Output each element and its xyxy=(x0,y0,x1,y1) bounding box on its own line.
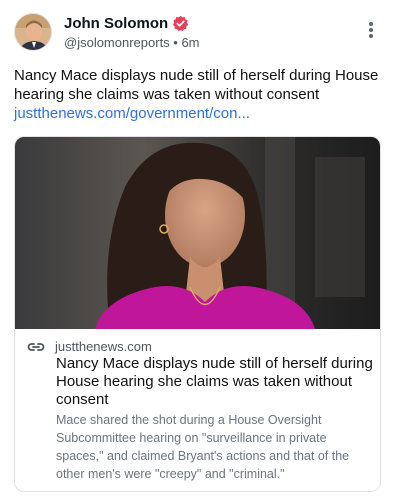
link-icon xyxy=(27,342,45,351)
post-header: John Solomon @jsolomonreports • 6m xyxy=(14,12,382,52)
verified-badge-icon xyxy=(173,15,189,32)
link-preview-card[interactable]: justthenews.com Nancy Mace displays nude… xyxy=(14,136,381,492)
card-body: justthenews.com Nancy Mace displays nude… xyxy=(15,329,380,491)
card-domain-row: justthenews.com xyxy=(27,339,152,354)
handle-and-time: @jsolomonreports • 6m xyxy=(64,35,200,50)
card-domain: justthenews.com xyxy=(55,339,152,354)
card-title[interactable]: Nancy Mace displays nude still of hersel… xyxy=(56,355,374,409)
author-name-row[interactable]: John Solomon xyxy=(64,15,189,32)
card-description: Mace shared the shot during a House Over… xyxy=(56,413,350,481)
post-text: Nancy Mace displays nude still of hersel… xyxy=(14,67,379,103)
social-post: John Solomon @jsolomonreports • 6m Nancy… xyxy=(0,0,396,500)
author-avatar[interactable] xyxy=(14,13,52,51)
post-body: Nancy Mace displays nude still of hersel… xyxy=(14,66,386,123)
author-name[interactable]: John Solomon xyxy=(64,15,168,32)
post-link[interactable]: justthenews.com/government/con... xyxy=(14,104,386,123)
card-image xyxy=(15,137,380,329)
more-vertical-icon[interactable] xyxy=(366,22,376,42)
